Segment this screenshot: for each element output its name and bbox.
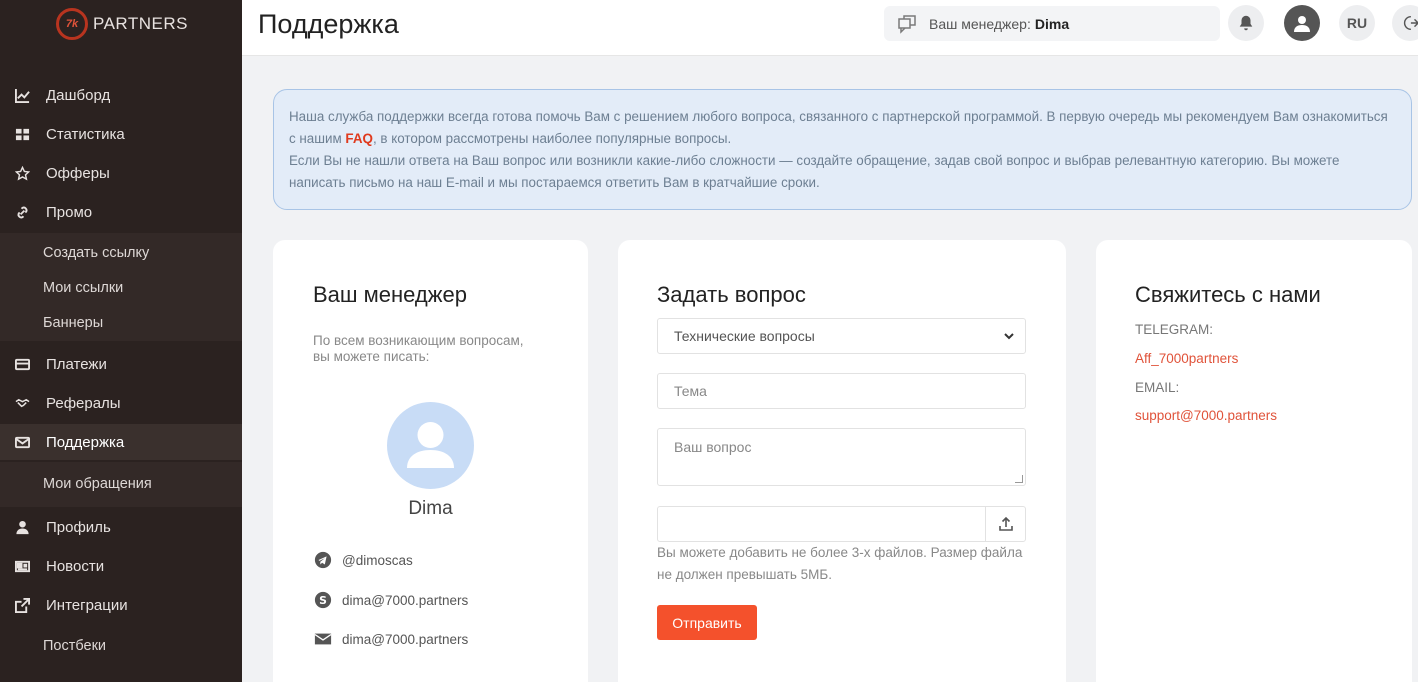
sidebar: 7k PARTNERS Дашборд Статистика Офферы Пр… [0, 0, 242, 682]
bell-icon [1239, 15, 1253, 31]
sidebar-item-news[interactable]: Новости [0, 548, 242, 584]
top-header: Поддержка Ваш менеджер: Dima RU [242, 0, 1418, 56]
user-icon [14, 519, 30, 535]
telegram-icon [313, 550, 333, 570]
telegram-label: TELEGRAM: [1135, 322, 1214, 337]
sidebar-item-dashboard[interactable]: Дашборд [0, 77, 242, 113]
sidebar-item-offers[interactable]: Офферы [0, 155, 242, 191]
user-silhouette-icon [407, 422, 454, 468]
sidebar-item-support[interactable]: Поддержка [0, 424, 242, 460]
logo-mark: 7k [56, 8, 88, 40]
sidebar-item-label: Рефералы [46, 394, 121, 412]
manager-card-title: Ваш менеджер [313, 282, 467, 307]
topic-placeholder: Тема [674, 383, 707, 399]
manager-name: Dima [1034, 15, 1070, 32]
contact-us-card: Свяжитесь с нами TELEGRAM: Aff_7000partn… [1096, 240, 1412, 682]
avatar-icon [1294, 16, 1310, 32]
share-icon [14, 597, 30, 613]
chart-line-icon [14, 87, 30, 103]
sidebar-item-label: Профиль [46, 518, 111, 536]
sidebar-item-promo[interactable]: Промо [0, 194, 242, 230]
manager-label: Ваш менеджер: [929, 15, 1031, 32]
sidebar-item-label: Новости [46, 557, 105, 575]
manager-skype[interactable]: S dima@7000.partners [313, 590, 468, 610]
sidebar-item-label: Баннеры [43, 315, 104, 331]
sidebar-item-label: Создать ссылку [43, 245, 150, 261]
star-icon [14, 165, 30, 181]
sidebar-item-label: Промо [46, 203, 93, 221]
language-button[interactable]: RU [1339, 5, 1375, 41]
ask-question-card: Задать вопрос Технические вопросы Тема В… [618, 240, 1066, 682]
sidebar-item-profile[interactable]: Профиль [0, 509, 242, 545]
telegram-handle: @dimoscas [342, 552, 413, 568]
manager-card-subtitle: По всем возникающим вопросам, вы можете … [313, 333, 524, 364]
skype-handle: dima@7000.partners [342, 592, 469, 608]
email-label: EMAIL: [1135, 380, 1180, 395]
topic-input[interactable]: Тема [657, 373, 1026, 409]
sidebar-item-integrations[interactable]: Интеграции [0, 587, 242, 623]
sidebar-item-label: Интеграции [46, 596, 128, 614]
sidebar-item-label: Офферы [46, 164, 110, 182]
upload-button[interactable] [985, 507, 1025, 541]
sidebar-item-label: Поддержка [46, 433, 125, 451]
manager-info[interactable]: Ваш менеджер: Dima [884, 6, 1220, 41]
sidebar-item-label: Дашборд [46, 86, 111, 104]
sidebar-item-my-tickets[interactable]: Мои обращения [0, 466, 242, 502]
user-avatar-button[interactable] [1284, 5, 1320, 41]
file-upload-field[interactable] [657, 506, 1026, 542]
chat-icon [898, 14, 916, 34]
logout-icon [1403, 15, 1418, 31]
submit-button[interactable]: Отправить [657, 605, 757, 640]
sidebar-item-label: Мои ссылки [43, 280, 124, 296]
manager-telegram[interactable]: @dimoscas [313, 550, 413, 570]
sidebar-item-label: Постбеки [43, 638, 107, 654]
envelope-icon [313, 629, 333, 649]
svg-text:S: S [319, 594, 327, 607]
manager-email-address: dima@7000.partners [342, 631, 469, 647]
ask-question-title: Задать вопрос [657, 282, 806, 307]
page-title: Поддержка [258, 9, 399, 39]
handshake-icon [14, 395, 30, 411]
link-icon [14, 204, 30, 220]
upload-icon [998, 516, 1013, 531]
email-link[interactable]: support@7000.partners [1135, 408, 1277, 423]
sidebar-item-create-link[interactable]: Создать ссылку [0, 235, 242, 271]
contact-us-title: Свяжитесь с нами [1135, 282, 1321, 307]
credit-card-icon [14, 356, 30, 372]
manager-card-name: Dima [408, 498, 453, 519]
faq-link[interactable]: FAQ [345, 131, 373, 146]
category-selected-value: Технические вопросы [674, 328, 815, 344]
sidebar-item-label: Статистика [46, 125, 125, 143]
file-hint: Вы можете добавить не более 3-х файлов. … [657, 545, 1023, 582]
envelope-icon [14, 434, 30, 450]
notifications-button[interactable] [1228, 5, 1264, 41]
skype-icon: S [313, 590, 333, 610]
sidebar-item-referrals[interactable]: Рефералы [0, 385, 242, 421]
question-placeholder: Ваш вопрос [674, 439, 752, 455]
manager-avatar [387, 402, 474, 489]
sidebar-item-label: Платежи [46, 355, 107, 373]
grid-icon [14, 126, 30, 142]
manager-card: Ваш менеджер По всем возникающим вопроса… [273, 240, 588, 682]
logo[interactable]: 7k PARTNERS [56, 8, 188, 40]
sidebar-item-payments[interactable]: Платежи [0, 346, 242, 382]
manager-email[interactable]: dima@7000.partners [313, 629, 468, 649]
question-textarea[interactable]: Ваш вопрос [657, 428, 1026, 486]
resize-handle[interactable] [1015, 475, 1023, 483]
telegram-link[interactable]: Aff_7000partners [1135, 351, 1238, 366]
chevron-down-icon [1004, 333, 1014, 340]
logout-button[interactable] [1392, 5, 1418, 41]
newspaper-icon [14, 558, 30, 574]
info-text-1-end: , в котором рассмотрены наиболее популяр… [372, 131, 732, 146]
logo-text: PARTNERS [93, 14, 189, 33]
sidebar-item-statistics[interactable]: Статистика [0, 116, 242, 152]
sidebar-item-banners[interactable]: Баннеры [0, 305, 242, 341]
category-select[interactable]: Технические вопросы [657, 318, 1026, 354]
sidebar-item-label: Мои обращения [43, 476, 152, 492]
support-info-banner: Наша служба поддержки всегда готова помо… [273, 89, 1412, 210]
info-text-2: Если Вы не нашли ответа на Ваш вопрос ил… [289, 153, 1340, 190]
sidebar-item-postbacks[interactable]: Постбеки [0, 628, 242, 664]
sidebar-item-my-links[interactable]: Мои ссылки [0, 270, 242, 306]
